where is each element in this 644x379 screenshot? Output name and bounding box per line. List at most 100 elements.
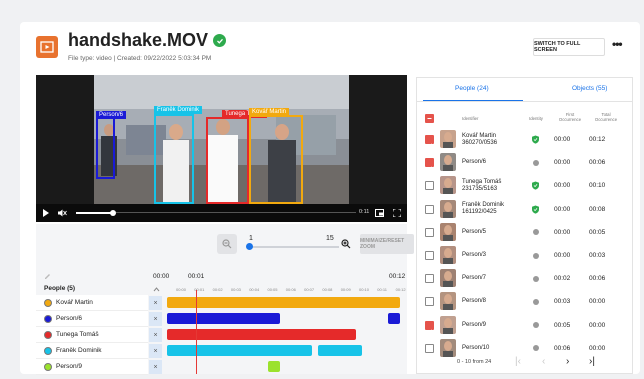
timeline-row: Kovář Martin ×: [36, 295, 407, 311]
row-checkbox[interactable]: [425, 343, 434, 353]
last-page-icon[interactable]: ›|: [589, 356, 595, 367]
time-tick: 00:03: [230, 287, 241, 292]
unknown-identity-icon: [532, 322, 539, 329]
video-player[interactable]: Person/6 Franěk Dominik Tunega Tomáš Kov…: [36, 75, 407, 222]
identity-status: [531, 321, 540, 330]
timeline-row-label[interactable]: Kovář Martin: [36, 295, 148, 311]
occurrence-segment[interactable]: [268, 361, 280, 372]
first-occurrence: 00:02: [554, 275, 571, 283]
first-page-icon[interactable]: |‹: [515, 356, 521, 367]
next-page-icon[interactable]: ›: [566, 356, 569, 367]
remove-row-button[interactable]: ×: [149, 312, 162, 326]
row-checkbox[interactable]: [425, 297, 434, 307]
first-occurrence: 00:00: [554, 252, 571, 259]
table-row[interactable]: Franěk Dominik 161192/0425 00:00 00:08: [417, 198, 632, 221]
row-checkbox[interactable]: [425, 181, 434, 191]
row-checkbox[interactable]: [425, 135, 434, 148]
first-occurrence: 00:00: [554, 182, 571, 190]
zoom-in-icon[interactable]: [341, 239, 351, 249]
verified-check-icon: [213, 34, 227, 47]
tab-people[interactable]: People (24): [455, 85, 489, 92]
row-checkbox[interactable]: [425, 274, 434, 284]
person-identifier: Person/6: [462, 159, 487, 166]
col-identity[interactable]: Identity: [521, 116, 551, 121]
timeline-row-label[interactable]: Franěk Dominik: [36, 343, 148, 359]
bbox-person6[interactable]: [96, 116, 115, 179]
timeline-row: Franěk Dominik ×: [36, 343, 407, 359]
table-row[interactable]: Person/9 00:05 00:00: [417, 314, 632, 337]
picture-in-picture-icon[interactable]: [375, 209, 384, 217]
video-file-icon: [36, 36, 58, 58]
table-row[interactable]: Person/7 00:02 00:06: [417, 267, 632, 290]
col-first-occurrence[interactable]: First Occurrence: [555, 112, 585, 122]
total-occurrence: 00:03: [589, 252, 606, 259]
occurrence-segment[interactable]: [388, 313, 400, 324]
fullscreen-icon[interactable]: [393, 209, 401, 217]
timeline-row-label[interactable]: Tunega Tomáš: [36, 327, 148, 343]
table-row[interactable]: Person/3 00:00 00:03: [417, 244, 632, 267]
person-thumbnail: [440, 269, 456, 288]
color-dot-icon: [44, 314, 52, 323]
edit-icon[interactable]: [44, 273, 51, 280]
volume-knob[interactable]: [110, 210, 116, 216]
first-occurrence: 00:00: [554, 205, 571, 213]
bbox-kovar[interactable]: [249, 115, 303, 204]
table-row[interactable]: Person/8 00:03 00:00: [417, 290, 632, 313]
pagination: 0 - 10 from 24 |‹ ‹ › ›|: [417, 354, 632, 372]
zoom-slider[interactable]: [246, 243, 339, 250]
row-checkbox[interactable]: [425, 204, 434, 214]
remove-row-button[interactable]: ×: [149, 328, 162, 342]
zoom-out-icon: [222, 239, 232, 249]
detections-panel: People (24) Objects (55) Identifier Iden…: [416, 77, 633, 374]
timeline-person-name: Franěk Dominik: [56, 347, 102, 354]
remove-row-button[interactable]: ×: [149, 296, 162, 310]
timeline-row-label[interactable]: Person/6: [36, 311, 148, 327]
table-row[interactable]: Person/5 00:00 00:05: [417, 221, 632, 244]
person-identifier: Tunega Tomáš 231735/5163: [462, 178, 502, 192]
table-row[interactable]: Person/6 00:00 00:06: [417, 151, 632, 174]
bbox-tunega[interactable]: [206, 117, 249, 204]
playhead-line[interactable]: [196, 290, 197, 374]
switch-fullscreen-button[interactable]: SWITCH TO FULL SCREEN: [533, 38, 605, 56]
occurrence-segment[interactable]: [318, 345, 362, 356]
occurrence-segment[interactable]: [167, 345, 312, 356]
person-thumbnail: [440, 130, 456, 148]
timeline-row-label[interactable]: Person/9: [36, 359, 148, 375]
total-occurrence: 00:10: [589, 182, 606, 190]
remove-row-button[interactable]: ×: [149, 344, 162, 358]
bbox-franek[interactable]: [154, 114, 194, 204]
unknown-identity-icon: [532, 229, 539, 236]
row-checkbox[interactable]: [425, 158, 434, 171]
table-row[interactable]: Tunega Tomáš 231735/5163 00:00 00:10: [417, 174, 632, 197]
table-row[interactable]: Kovář Martin 360270/0536 00:00 00:12: [417, 128, 632, 151]
tab-objects[interactable]: Objects (55): [572, 85, 607, 92]
row-checkbox[interactable]: [425, 320, 434, 334]
seek-bar[interactable]: [116, 212, 356, 213]
prev-page-icon[interactable]: ‹: [542, 356, 545, 367]
unknown-identity-icon: [532, 252, 539, 259]
time-display: 0:11: [359, 209, 370, 215]
bbox-label-franek: Franěk Dominik: [154, 106, 203, 114]
row-checkbox[interactable]: [425, 251, 434, 260]
timeline-row: Tunega Tomáš ×: [36, 327, 407, 343]
volume-bar[interactable]: [76, 212, 112, 214]
chevron-up-icon[interactable]: [153, 287, 160, 292]
occurrence-segment[interactable]: [167, 313, 280, 324]
col-total-occurrence[interactable]: Total Occurrence: [591, 112, 621, 122]
play-icon[interactable]: [42, 209, 50, 217]
zoom-out-button[interactable]: [217, 234, 237, 254]
more-icon[interactable]: •••: [612, 37, 623, 51]
occurrence-segment[interactable]: [167, 297, 400, 308]
select-all-checkbox[interactable]: [425, 114, 434, 123]
time-tick: 00:00: [176, 287, 187, 292]
remove-row-button[interactable]: ×: [149, 360, 162, 374]
reset-zoom-button[interactable]: MINIMAIZE/RESET ZOOM: [360, 234, 414, 254]
mute-icon[interactable]: [58, 209, 67, 217]
row-checkbox[interactable]: [425, 227, 434, 237]
total-occurrence: 00:06: [589, 159, 606, 167]
time-tick: 00:07: [304, 287, 315, 292]
zoom-slider-knob[interactable]: [246, 243, 253, 250]
person-thumbnail: [440, 199, 456, 218]
col-identifier[interactable]: Identifier: [462, 116, 478, 121]
zoom-max-value: 15: [326, 235, 334, 242]
